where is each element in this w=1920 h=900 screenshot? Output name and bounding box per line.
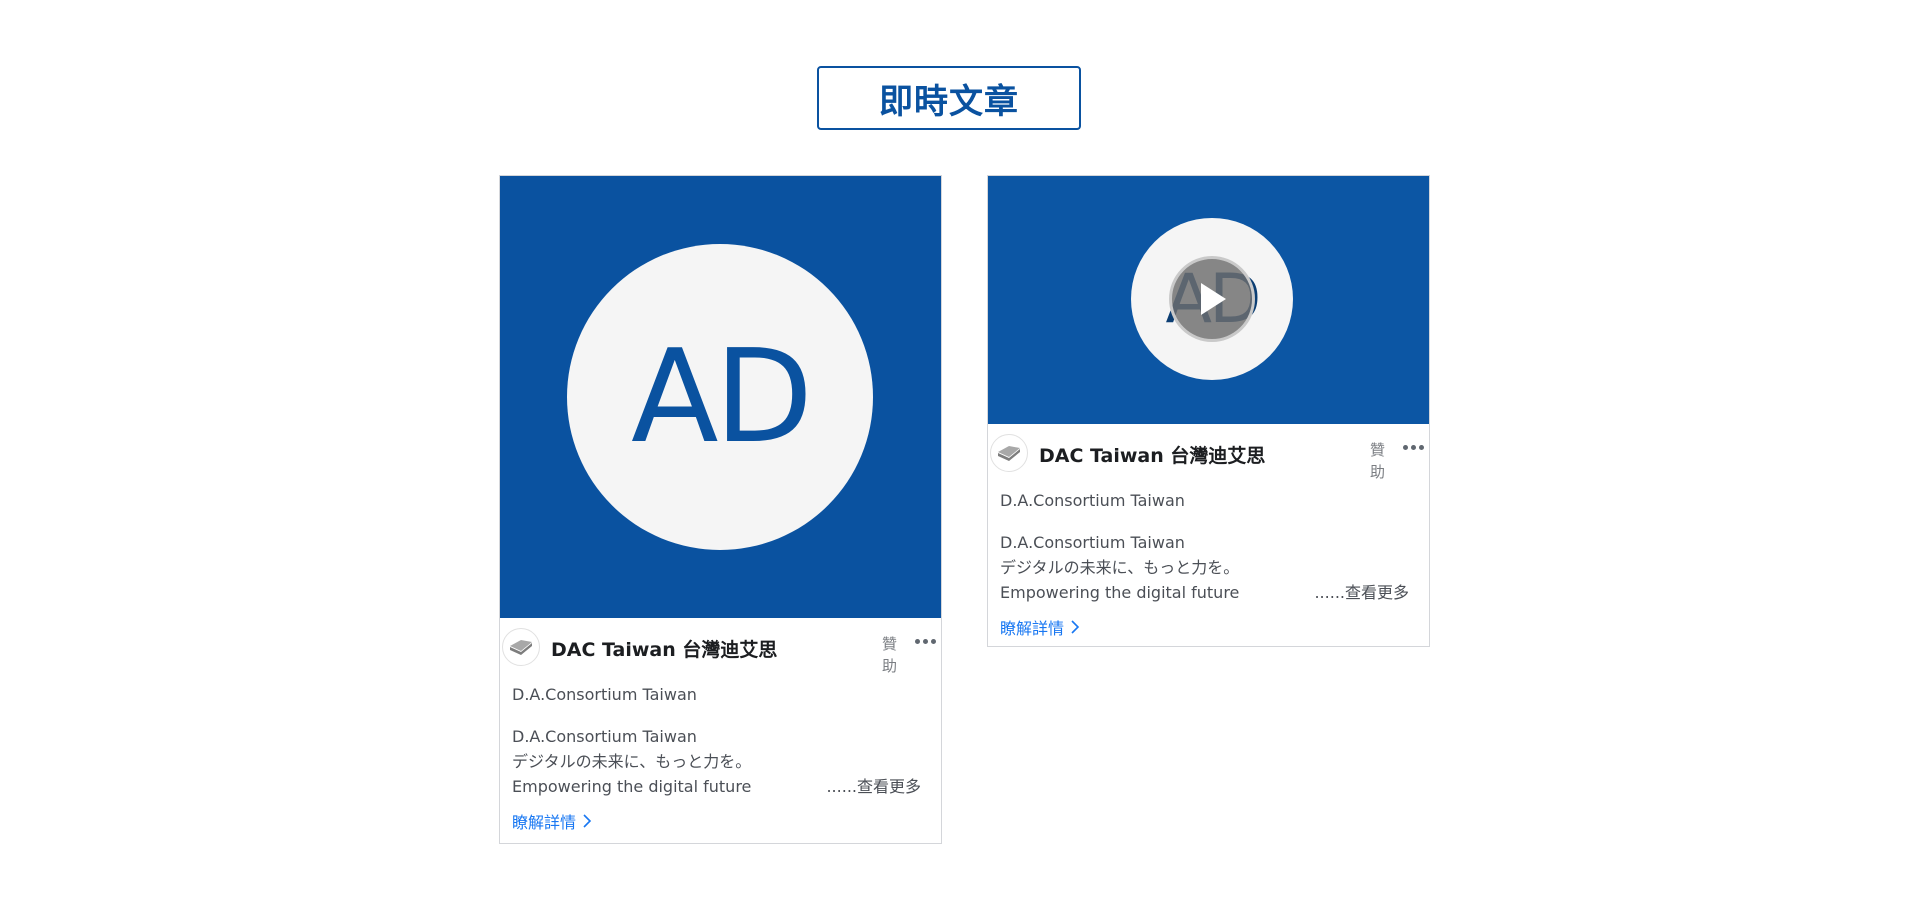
- page-logo-icon: [510, 640, 532, 655]
- play-icon: [1201, 283, 1226, 315]
- page-name[interactable]: DAC Taiwan 台灣迪艾思: [1039, 441, 1265, 468]
- sponsored-label: 贊助: [1370, 441, 1386, 481]
- ad-preview-card-image: AD DAC Taiwan 台灣迪艾思 贊助 D.A.Consortium Ta…: [499, 175, 942, 844]
- desc-line: D.A.Consortium Taiwan: [512, 727, 697, 746]
- learn-more-link[interactable]: 瞭解詳情: [1000, 615, 1417, 639]
- more-options-icon[interactable]: [913, 635, 938, 648]
- ad-header: DAC Taiwan 台灣迪艾思 贊助: [988, 424, 1429, 482]
- more-options-icon[interactable]: [1401, 441, 1426, 454]
- ad-subtitle: D.A.Consortium Taiwan: [1000, 491, 1185, 510]
- sponsored-label: 贊助: [882, 635, 898, 675]
- desc-line: デジタルの未来に、もっと力を。: [512, 752, 752, 771]
- ad-preview-card-video: AD DAC Taiwan 台灣迪艾思 贊助 D.A.Consortium Ta…: [987, 175, 1430, 647]
- ad-body: D.A.Consortium Taiwan D.A.Consortium Tai…: [988, 489, 1429, 639]
- ad-header: DAC Taiwan 台灣迪艾思 贊助: [500, 618, 941, 676]
- learn-more-label: 瞭解詳情: [1000, 619, 1065, 638]
- instant-articles-tab[interactable]: 即時文章: [817, 66, 1081, 130]
- ad-logo: AD: [567, 244, 873, 550]
- see-more-link[interactable]: ......查看更多: [1314, 580, 1409, 605]
- page-name[interactable]: DAC Taiwan 台灣迪艾思: [551, 635, 777, 662]
- play-button[interactable]: [1169, 256, 1255, 342]
- ad-body: D.A.Consortium Taiwan D.A.Consortium Tai…: [500, 683, 941, 833]
- ad-video[interactable]: AD: [988, 176, 1429, 424]
- desc-line: D.A.Consortium Taiwan: [1000, 533, 1185, 552]
- ad-description: D.A.Consortium Taiwan デジタルの未来に、もっと力を。 Em…: [512, 724, 929, 799]
- chevron-right-icon: [583, 814, 592, 828]
- ad-subtitle: D.A.Consortium Taiwan: [512, 685, 697, 704]
- chevron-right-icon: [1071, 620, 1080, 634]
- learn-more-label: 瞭解詳情: [512, 813, 577, 832]
- ad-image[interactable]: AD: [500, 176, 941, 618]
- page-logo-icon: [998, 446, 1020, 461]
- page-avatar[interactable]: [990, 434, 1028, 472]
- ad-description: D.A.Consortium Taiwan デジタルの未来に、もっと力を。 Em…: [1000, 530, 1417, 605]
- page-avatar[interactable]: [502, 628, 540, 666]
- page: 即時文章 AD DAC Taiwan 台灣迪艾思 贊助 D.A.Consorti…: [0, 0, 1920, 900]
- see-more-link[interactable]: ......查看更多: [826, 774, 921, 799]
- desc-line: デジタルの未来に、もっと力を。: [1000, 558, 1240, 577]
- learn-more-link[interactable]: 瞭解詳情: [512, 809, 929, 833]
